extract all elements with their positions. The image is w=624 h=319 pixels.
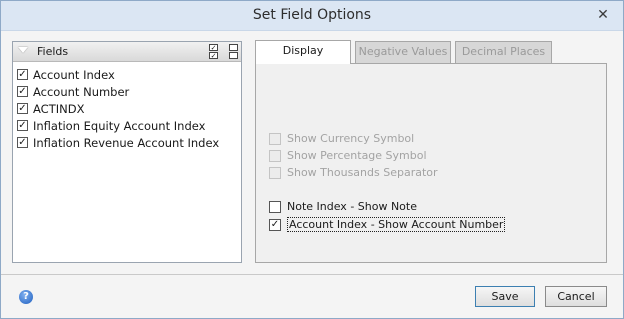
option-label: Show Currency Symbol — [287, 132, 415, 145]
tab-negative-values[interactable]: Negative Values — [355, 41, 451, 63]
checkbox[interactable]: ✓ — [17, 103, 28, 114]
show-percentage-option: Show Percentage Symbol — [269, 149, 427, 162]
show-currency-option: Show Currency Symbol — [269, 132, 414, 145]
option-label: Account Index - Show Account Number — [287, 217, 506, 232]
checkbox[interactable]: ✓ — [269, 218, 281, 231]
tab-display[interactable]: Display — [255, 40, 351, 64]
checkbox[interactable] — [269, 200, 281, 213]
field-item-account-number[interactable]: ✓ Account Number — [17, 83, 237, 100]
save-button[interactable]: Save — [475, 286, 535, 307]
account-index-option[interactable]: ✓ Account Index - Show Account Number — [269, 217, 506, 232]
option-label: Show Percentage Symbol — [287, 149, 427, 162]
dialog-content: Fields ✓ ✓ ✓ Account Index ✓ Account Numb… — [7, 36, 617, 266]
field-label: Inflation Revenue Account Index — [33, 135, 220, 150]
field-label: ACTINDX — [33, 101, 85, 116]
show-thousands-option: Show Thousands Separator — [269, 166, 438, 179]
checkbox[interactable]: ✓ — [17, 137, 28, 148]
field-item-inflation-revenue[interactable]: ✓ Inflation Revenue Account Index — [17, 134, 237, 151]
title-bar: Set Field Options ✕ — [1, 1, 623, 31]
checkbox — [269, 149, 281, 162]
collapse-icon[interactable] — [18, 47, 28, 53]
checkbox[interactable]: ✓ — [17, 69, 28, 80]
checkbox[interactable]: ✓ — [17, 86, 28, 97]
option-label: Show Thousands Separator — [287, 166, 438, 179]
field-list: ✓ Account Index ✓ Account Number ✓ ACTIN… — [17, 66, 237, 151]
field-label: Account Number — [33, 84, 130, 99]
dialog-window: Set Field Options ✕ Fields ✓ ✓ ✓ Account … — [0, 0, 624, 319]
fields-header: Fields ✓ ✓ — [13, 42, 241, 62]
tab-decimal-places[interactable]: Decimal Places — [455, 41, 552, 63]
option-label: Note Index - Show Note — [287, 200, 417, 213]
checkbox — [269, 132, 281, 145]
select-none-icon[interactable] — [229, 44, 239, 60]
checkbox — [269, 166, 281, 179]
help-icon[interactable]: ? — [19, 290, 33, 304]
close-button[interactable]: ✕ — [594, 7, 612, 23]
cancel-button[interactable]: Cancel — [545, 286, 607, 307]
field-label: Account Index — [33, 67, 115, 82]
field-item-actindx[interactable]: ✓ ACTINDX — [17, 100, 237, 117]
field-item-account-index[interactable]: ✓ Account Index — [17, 66, 237, 83]
fields-header-label: Fields — [37, 45, 69, 58]
fields-panel: Fields ✓ ✓ ✓ Account Index ✓ Account Numb… — [12, 41, 242, 263]
display-tab-panel: Show Currency Symbol Show Percentage Sym… — [255, 63, 607, 263]
select-all-icon[interactable]: ✓ ✓ — [209, 44, 219, 60]
dialog-title: Set Field Options — [252, 7, 372, 23]
field-label: Inflation Equity Account Index — [33, 118, 206, 133]
field-item-inflation-equity[interactable]: ✓ Inflation Equity Account Index — [17, 117, 237, 134]
dialog-footer: ? Save Cancel — [1, 274, 623, 318]
note-index-option[interactable]: Note Index - Show Note — [269, 200, 417, 213]
checkbox[interactable]: ✓ — [17, 120, 28, 131]
